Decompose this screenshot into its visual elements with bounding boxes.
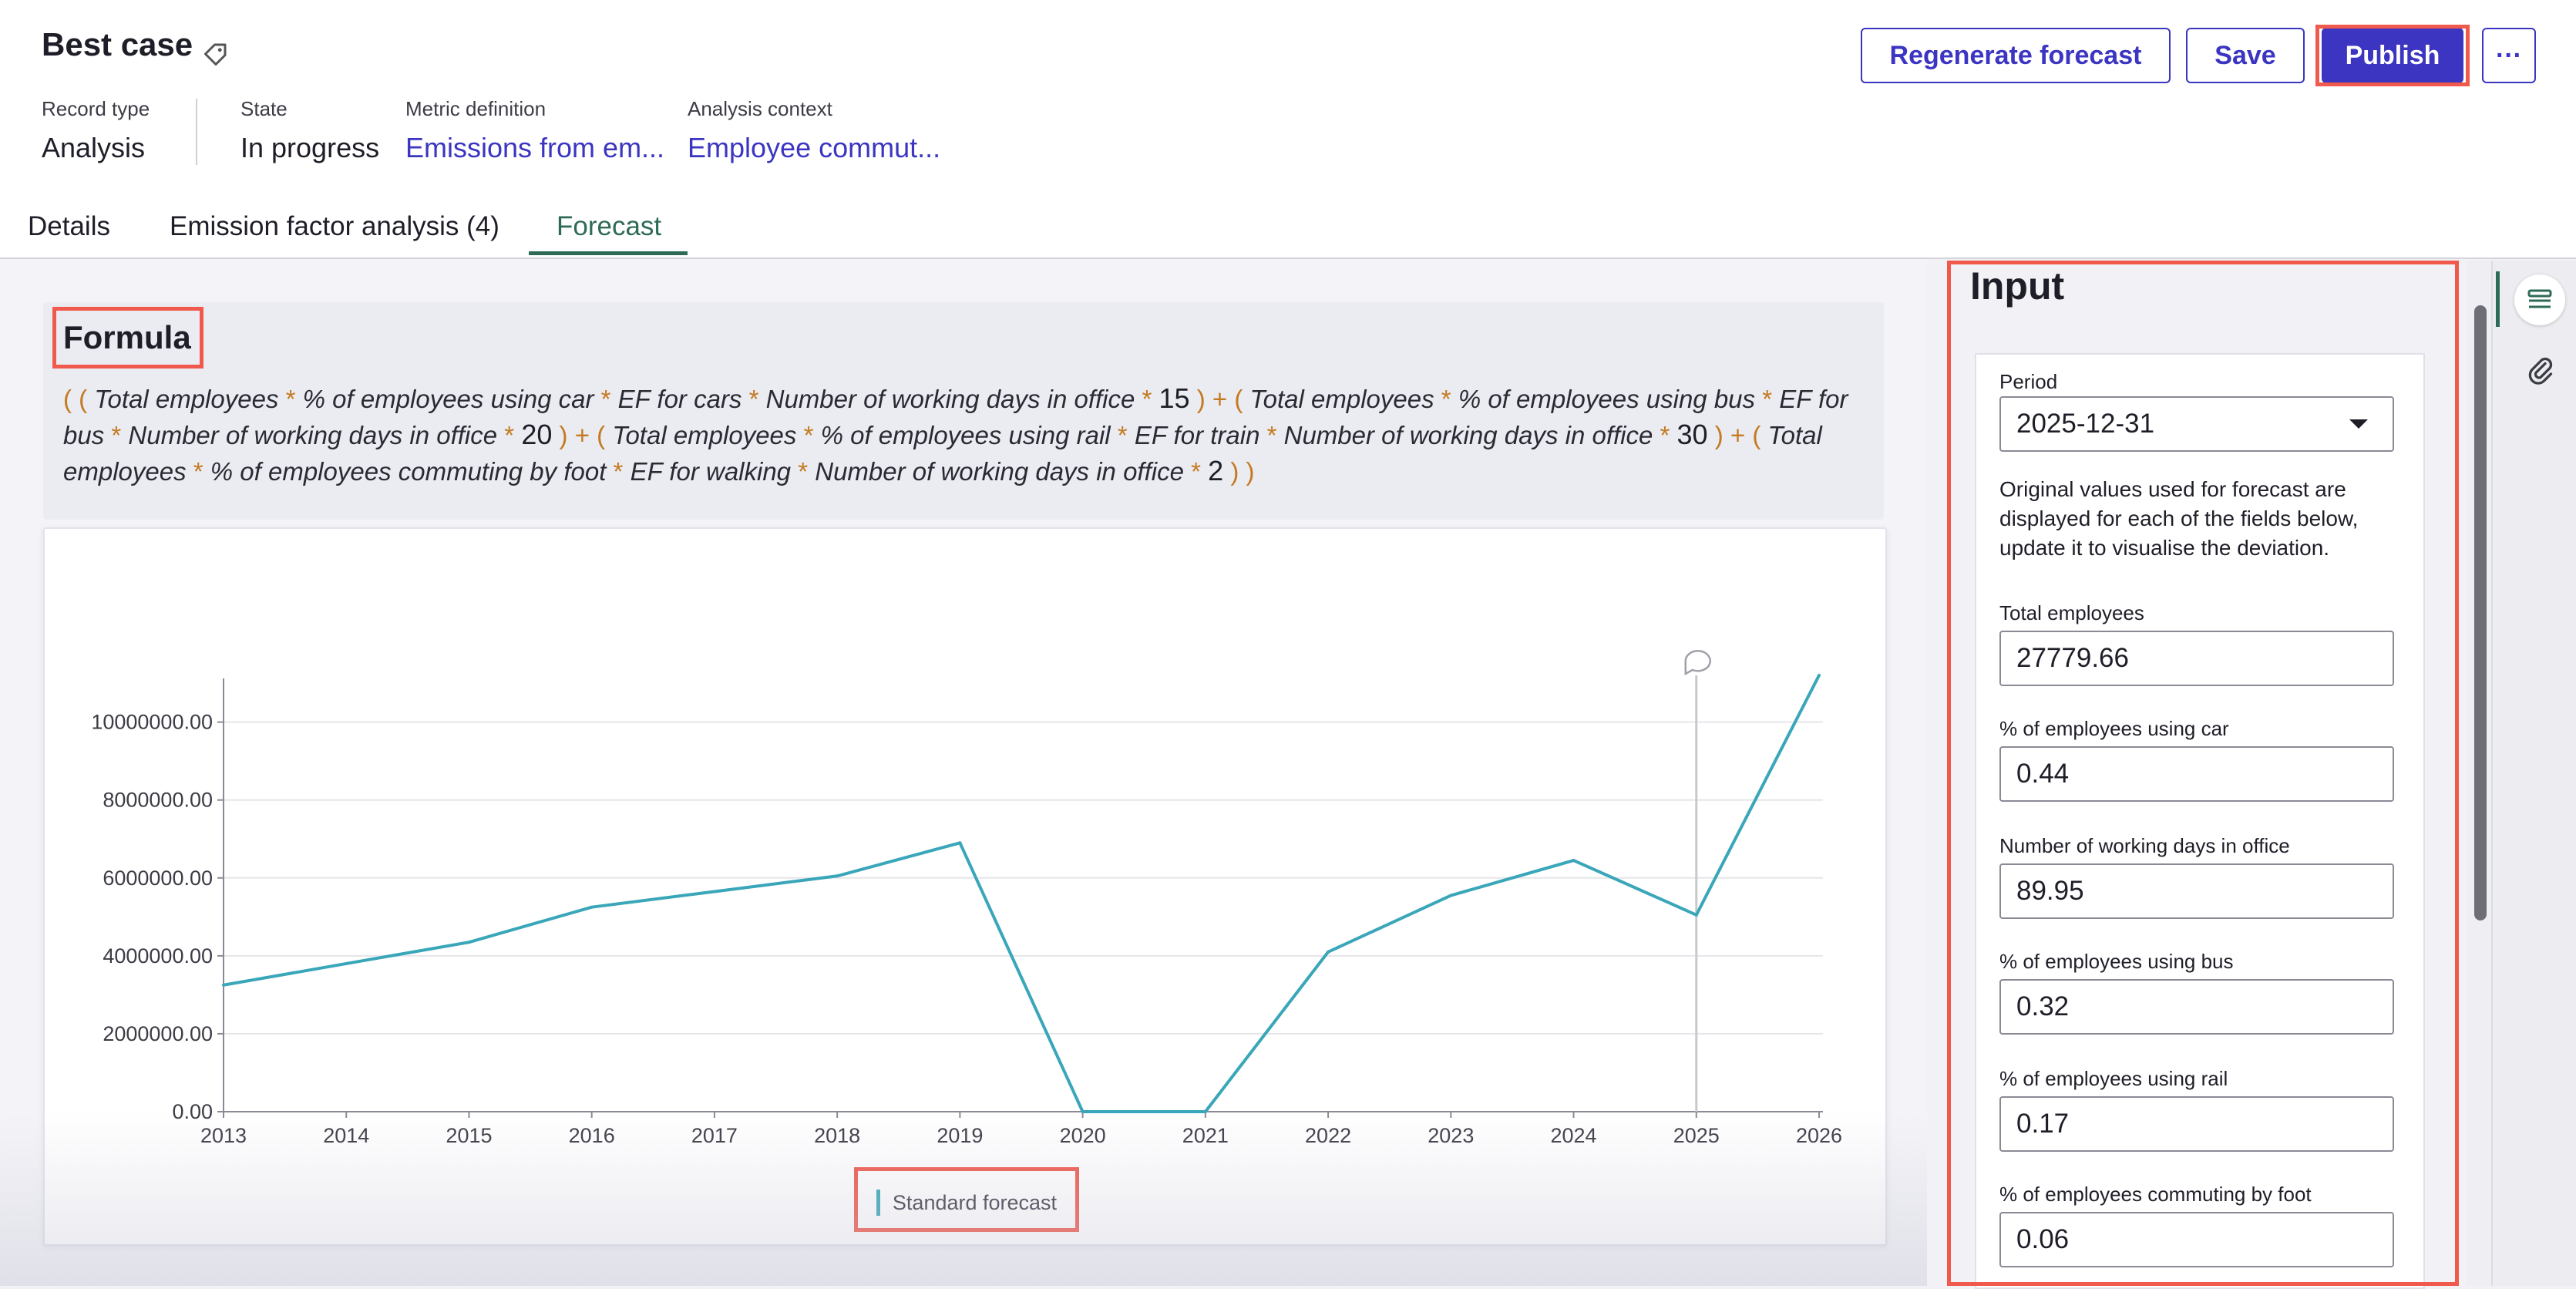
x-tick-label: 2020 <box>1060 1124 1106 1147</box>
x-tick-label: 2015 <box>446 1124 492 1147</box>
more-actions-button[interactable]: ··· <box>2482 28 2536 83</box>
data-point <box>1572 859 1576 863</box>
save-button[interactable]: Save <box>2186 28 2305 83</box>
x-tick-label: 2013 <box>200 1124 247 1147</box>
data-point <box>345 961 348 965</box>
x-tick-label: 2018 <box>814 1124 860 1147</box>
x-tick-label: 2014 <box>323 1124 369 1147</box>
data-point <box>1327 950 1330 954</box>
data-point <box>958 841 962 845</box>
x-tick-label: 2023 <box>1428 1124 1474 1147</box>
y-tick-label: 0.00 <box>172 1100 213 1123</box>
data-point <box>712 890 716 894</box>
comment-icon <box>1684 650 1711 676</box>
highlight-publish <box>2315 25 2470 86</box>
paperclip-icon[interactable] <box>2527 355 2554 389</box>
data-point <box>1203 1110 1207 1113</box>
highlight-input-panel <box>1947 261 2459 1286</box>
data-point <box>1694 913 1698 917</box>
panel-list-icon[interactable] <box>2514 274 2565 325</box>
x-tick-label: 2019 <box>937 1124 983 1147</box>
x-tick-label: 2024 <box>1550 1124 1596 1147</box>
right-rail <box>2491 261 2576 1286</box>
x-tick-label: 2017 <box>691 1124 738 1147</box>
x-tick-label: 2025 <box>1673 1124 1720 1147</box>
series-line-standard-forecast <box>223 675 1821 1113</box>
rail-active-indicator <box>2496 271 2500 327</box>
y-tick-label: 4000000.00 <box>103 944 213 968</box>
x-tick-label: 2022 <box>1305 1124 1351 1147</box>
data-point <box>836 874 839 878</box>
y-tick-label: 6000000.00 <box>103 867 213 890</box>
data-point <box>1449 894 1453 897</box>
forecast-line-chart: 0.00 2000000.00 4000000.00 6000000.00 800000… <box>91 650 1842 1147</box>
data-point <box>1081 1110 1085 1113</box>
y-tick-label: 8000000.00 <box>103 789 213 812</box>
highlight-legend <box>854 1167 1079 1232</box>
input-scrollbar-thumb[interactable] <box>2474 305 2487 920</box>
x-tick-label: 2016 <box>569 1124 615 1147</box>
data-point <box>590 905 594 909</box>
data-point <box>222 983 225 987</box>
x-tick-label: 2026 <box>1796 1124 1842 1147</box>
y-tick-label: 10000000.00 <box>91 711 213 734</box>
x-tick-label: 2021 <box>1182 1124 1229 1147</box>
y-tick-label: 2000000.00 <box>103 1022 213 1045</box>
data-point <box>1818 674 1821 677</box>
data-point <box>467 941 471 944</box>
